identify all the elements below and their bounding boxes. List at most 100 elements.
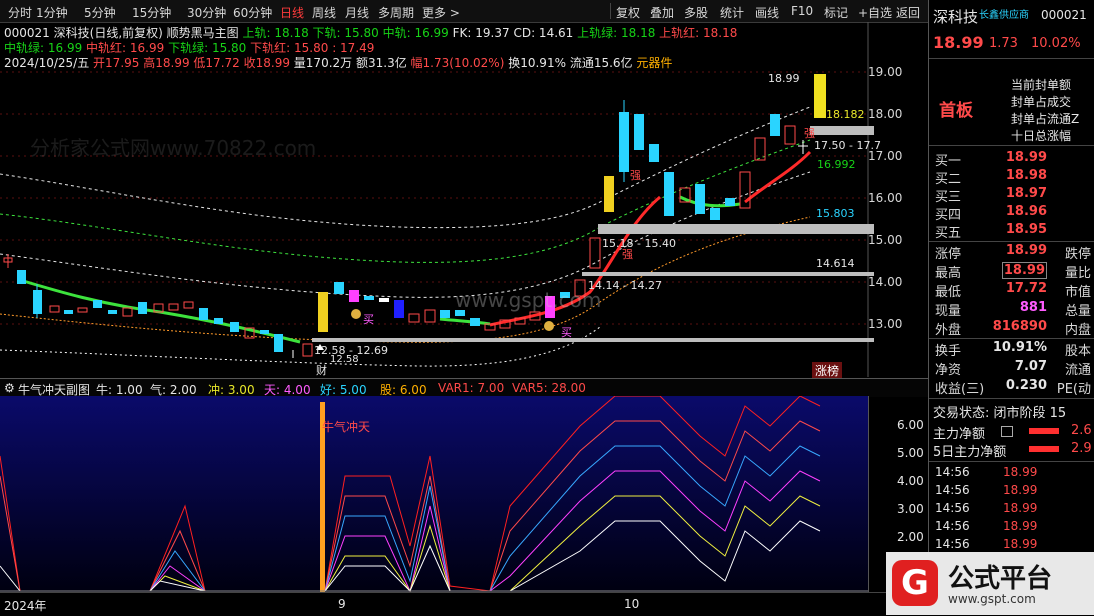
y-tick: 4.00 <box>897 474 924 488</box>
bid-row[interactable]: 买二 18.98 <box>935 168 1091 187</box>
tick-time: 14:56 <box>935 519 970 533</box>
cd-value: CD: 14.61 <box>513 26 574 40</box>
bid-row[interactable]: 买五 18.95 <box>935 222 1091 241</box>
main-flow5-bar <box>1029 446 1059 452</box>
tab-5min[interactable]: 5分钟 <box>84 4 116 21</box>
tick-row: 14:56 18.99 <box>935 501 1091 519</box>
finance-marker: 财 <box>316 364 327 377</box>
period-toolbar: 分时 1分钟 5分钟 15分钟 30分钟 60分钟 日线 周线 月线 多周期 更… <box>0 0 928 23</box>
logo-text: 公式平台 <box>948 564 1053 594</box>
tab-30min[interactable]: 30分钟 <box>187 4 226 21</box>
y-tick: 5.00 <box>897 446 924 460</box>
concept-tag[interactable]: 长鑫供应商 <box>979 6 1029 21</box>
tick-price: 18.99 <box>1003 537 1038 551</box>
btn-draw[interactable]: 画线 <box>755 4 779 21</box>
tick-time: 14:56 <box>935 501 970 515</box>
sub-indicator-chart[interactable]: 牛气冲天 <box>0 395 868 593</box>
tab-weekly[interactable]: 周线 <box>312 4 336 21</box>
sector[interactable]: 元器件 <box>636 56 672 70</box>
btn-back[interactable]: 返回 <box>896 4 920 21</box>
y-tick: 16.00 <box>868 191 903 205</box>
stat-row: 换手 10.91% 股本 <box>935 340 1091 359</box>
stat-label: 涨停 <box>935 247 962 262</box>
y-tick: 3.00 <box>897 502 924 516</box>
lower-rail: 下轨: 15.80 <box>312 26 379 40</box>
btn-statistics[interactable]: 统计 <box>720 4 744 21</box>
tick-price: 18.99 <box>1003 483 1038 497</box>
tick-price: 18.99 <box>1003 501 1038 515</box>
main-flow-value: 2.6 <box>1071 423 1092 438</box>
limit-up-tag[interactable]: 涨榜 <box>812 362 843 379</box>
tab-multi-period[interactable]: 多周期 <box>378 4 414 21</box>
volume: 量170.2万 <box>293 56 353 70</box>
tab-more[interactable]: 更多 > <box>422 4 460 21</box>
y-tick: 18.00 <box>868 107 903 121</box>
tab-monthly[interactable]: 月线 <box>345 4 369 21</box>
tick-row: 14:56 18.99 <box>935 465 1091 483</box>
stat-label: 股本 <box>1064 344 1091 359</box>
tick-time: 14:56 <box>935 483 970 497</box>
list-icon[interactable] <box>1001 426 1013 437</box>
bid-row[interactable]: 买三 18.97 <box>935 186 1091 205</box>
tab-timeshare[interactable]: 分时 <box>8 4 32 21</box>
strong-marker: 强 <box>630 169 641 182</box>
main-flow5-value: 2.9 <box>1071 441 1092 456</box>
tab-60min[interactable]: 60分钟 <box>233 4 272 21</box>
stat-label: PE(动 <box>1056 382 1091 397</box>
tab-1min[interactable]: 1分钟 <box>36 4 68 21</box>
indicator-name[interactable]: 顺势黑马主图 <box>167 26 239 40</box>
sub-chart-canvas <box>0 395 868 593</box>
btn-mark[interactable]: 标记 <box>824 4 848 21</box>
close-price: 收18.99 <box>243 56 290 70</box>
tick-time: 14:56 <box>935 465 970 479</box>
buy-marker: 买 <box>363 313 374 326</box>
stat-row: 净资 7.07 流通 <box>935 359 1091 378</box>
tab-daily[interactable]: 日线 <box>280 4 304 21</box>
price-change-pct: 10.02% <box>1031 36 1081 51</box>
y-tick: 2.00 <box>897 530 924 544</box>
bid-row[interactable]: 买四 18.96 <box>935 204 1091 223</box>
last-price: 18.99 <box>933 33 984 52</box>
btn-multi-stock[interactable]: 多股 <box>684 4 708 21</box>
upper-red: 上轨红: 18.18 <box>659 26 738 40</box>
tick-price: 18.99 <box>1003 519 1038 533</box>
level-label: 18.182 <box>826 108 865 121</box>
stat-label: 现量 <box>935 304 962 319</box>
lower-green: 下轨绿: 15.80 <box>168 41 247 55</box>
candles <box>3 74 826 358</box>
btn-adjust[interactable]: 复权 <box>616 4 640 21</box>
stat-row: 涨停 18.99 跌停 <box>935 243 1091 262</box>
btn-overlay[interactable]: 叠加 <box>650 4 674 21</box>
price-top-label: 18.99 <box>768 72 800 85</box>
range-label: 15.18 - 15.40 <box>602 237 676 250</box>
stat-row: 收益(三) 0.230 PE(动 <box>935 378 1091 397</box>
bid-label: 买二 <box>935 172 962 187</box>
main-kline-chart[interactable]: 000021 深科技(日线,前复权) 顺势黑马主图 上轨: 18.18 下轨: … <box>0 22 928 379</box>
stat-value: 18.99 <box>1001 262 1047 279</box>
bid-label: 买一 <box>935 154 962 169</box>
bid-price: 18.98 <box>1005 168 1047 183</box>
stat-value: 10.91% <box>992 340 1047 355</box>
time-axis: 2024年 9 10 <box>0 592 928 616</box>
btn-f10[interactable]: F10 <box>791 4 813 18</box>
y-tick: 15.00 <box>868 233 903 247</box>
stat-label: 量比 <box>1064 266 1091 281</box>
bid-row[interactable]: 买一 18.99 <box>935 150 1091 169</box>
gear-icon[interactable]: ⚙ <box>4 381 15 395</box>
tab-15min[interactable]: 15分钟 <box>132 4 171 21</box>
stat-label: 收益(三) <box>935 382 985 397</box>
ohlc-line: 2024/10/25/五 开17.95 高18.99 低17.72 收18.99… <box>4 54 672 71</box>
limit-field: 当前封单额 <box>1011 78 1072 92</box>
logo-url: www.gspt.com <box>948 592 1036 606</box>
stat-label: 跌停 <box>1064 247 1091 262</box>
stock-name-period: 深科技(日线,前复权) <box>53 26 163 40</box>
float-cap: 流通15.6亿 <box>569 56 633 70</box>
tick-row: 14:56 18.99 <box>935 519 1091 537</box>
open-price: 开17.95 <box>93 56 140 70</box>
stock-code: 000021 <box>1041 8 1087 22</box>
low-price: 低17.72 <box>193 56 240 70</box>
stat-label: 最高 <box>935 266 962 281</box>
amplitude: 幅1.73(10.02%) <box>410 56 505 70</box>
stat-label: 市值 <box>1064 285 1091 300</box>
btn-add-watchlist[interactable]: +自选 <box>858 4 892 21</box>
